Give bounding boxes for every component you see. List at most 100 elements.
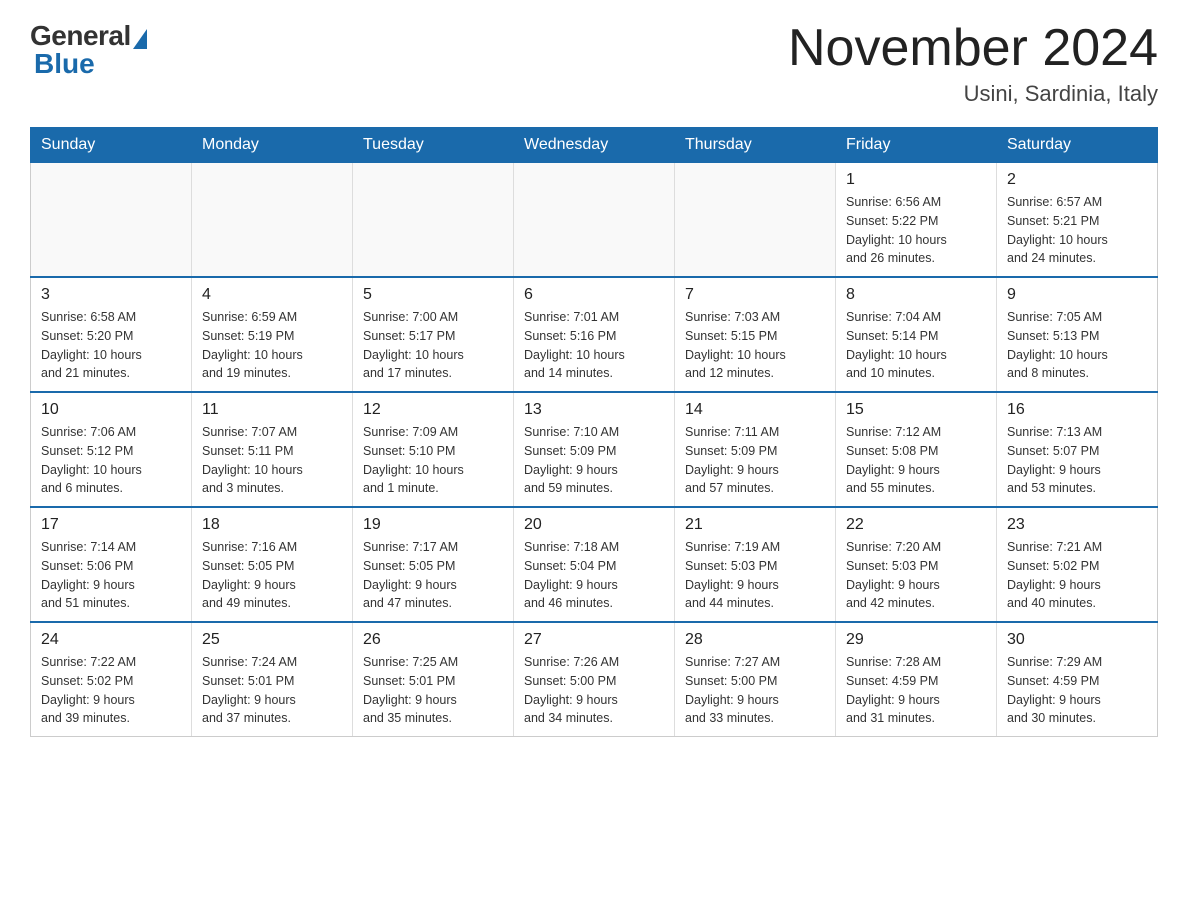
weekday-header-wednesday: Wednesday xyxy=(514,128,675,163)
weekday-header-row: SundayMondayTuesdayWednesdayThursdayFrid… xyxy=(31,128,1158,163)
day-info: Sunrise: 7:22 AMSunset: 5:02 PMDaylight:… xyxy=(41,653,181,728)
weekday-header-sunday: Sunday xyxy=(31,128,192,163)
calendar-cell: 19 Sunrise: 7:17 AMSunset: 5:05 PMDayligh… xyxy=(353,507,514,622)
calendar-cell: 24 Sunrise: 7:22 AMSunset: 5:02 PMDayligh… xyxy=(31,622,192,737)
day-number: 19 xyxy=(363,516,503,534)
calendar-cell: 18Sunrise: 7:16 AMSunset: 5:05 PMDayligh… xyxy=(192,507,353,622)
calendar-cell: 9 Sunrise: 7:05 AMSunset: 5:13 PMDaylight… xyxy=(997,277,1158,392)
day-number: 17 xyxy=(41,516,181,534)
day-info: Sunrise: 7:12 AMSunset: 5:08 PMDaylight:… xyxy=(846,423,986,498)
calendar-cell: 27Sunrise: 7:26 AMSunset: 5:00 PMDayligh… xyxy=(514,622,675,737)
calendar-subtitle: Usini, Sardinia, Italy xyxy=(788,81,1158,107)
day-number: 24 xyxy=(41,631,181,649)
day-number: 6 xyxy=(524,286,664,304)
day-info: Sunrise: 6:56 AMSunset: 5:22 PMDaylight:… xyxy=(846,193,986,268)
day-info: Sunrise: 7:19 AMSunset: 5:03 PMDaylight:… xyxy=(685,538,825,613)
day-info: Sunrise: 7:25 AMSunset: 5:01 PMDaylight:… xyxy=(363,653,503,728)
day-number: 28 xyxy=(685,631,825,649)
day-number: 9 xyxy=(1007,286,1147,304)
day-number: 16 xyxy=(1007,401,1147,419)
day-number: 27 xyxy=(524,631,664,649)
day-info: Sunrise: 7:29 AMSunset: 4:59 PMDaylight:… xyxy=(1007,653,1147,728)
calendar-cell: 7 Sunrise: 7:03 AMSunset: 5:15 PMDaylight… xyxy=(675,277,836,392)
calendar-title: November 2024 xyxy=(788,20,1158,77)
calendar-cell: 13 Sunrise: 7:10 AMSunset: 5:09 PMDayligh… xyxy=(514,392,675,507)
day-number: 12 xyxy=(363,401,503,419)
day-info: Sunrise: 6:57 AMSunset: 5:21 PMDaylight:… xyxy=(1007,193,1147,268)
week-row-4: 17 Sunrise: 7:14 AMSunset: 5:06 PMDayligh… xyxy=(31,507,1158,622)
calendar-cell: 14 Sunrise: 7:11 AMSunset: 5:09 PMDayligh… xyxy=(675,392,836,507)
day-info: Sunrise: 7:07 AMSunset: 5:11 PMDaylight:… xyxy=(202,423,342,498)
title-block: November 2024 Usini, Sardinia, Italy xyxy=(788,20,1158,107)
day-info: Sunrise: 7:17 AMSunset: 5:05 PMDaylight:… xyxy=(363,538,503,613)
week-row-2: 3Sunrise: 6:58 AMSunset: 5:20 PMDaylight… xyxy=(31,277,1158,392)
weekday-header-thursday: Thursday xyxy=(675,128,836,163)
day-info: Sunrise: 7:11 AMSunset: 5:09 PMDaylight:… xyxy=(685,423,825,498)
day-number: 29 xyxy=(846,631,986,649)
calendar-cell: 6 Sunrise: 7:01 AMSunset: 5:16 PMDaylight… xyxy=(514,277,675,392)
day-number: 20 xyxy=(524,516,664,534)
day-info: Sunrise: 7:01 AMSunset: 5:16 PMDaylight:… xyxy=(524,308,664,383)
logo-triangle-icon xyxy=(133,29,147,49)
week-row-1: 1Sunrise: 6:56 AMSunset: 5:22 PMDaylight… xyxy=(31,163,1158,278)
day-info: Sunrise: 6:59 AMSunset: 5:19 PMDaylight:… xyxy=(202,308,342,383)
calendar-cell: 17 Sunrise: 7:14 AMSunset: 5:06 PMDayligh… xyxy=(31,507,192,622)
day-info: Sunrise: 6:58 AMSunset: 5:20 PMDaylight:… xyxy=(41,308,181,383)
day-number: 8 xyxy=(846,286,986,304)
calendar-cell: 23Sunrise: 7:21 AMSunset: 5:02 PMDayligh… xyxy=(997,507,1158,622)
calendar-cell: 11 Sunrise: 7:07 AMSunset: 5:11 PMDayligh… xyxy=(192,392,353,507)
day-info: Sunrise: 7:18 AMSunset: 5:04 PMDaylight:… xyxy=(524,538,664,613)
weekday-header-saturday: Saturday xyxy=(997,128,1158,163)
weekday-header-friday: Friday xyxy=(836,128,997,163)
day-number: 2 xyxy=(1007,171,1147,189)
day-number: 4 xyxy=(202,286,342,304)
calendar-cell: 30 Sunrise: 7:29 AMSunset: 4:59 PMDayligh… xyxy=(997,622,1158,737)
day-number: 18 xyxy=(202,516,342,534)
day-number: 22 xyxy=(846,516,986,534)
calendar-cell: 25 Sunrise: 7:24 AMSunset: 5:01 PMDayligh… xyxy=(192,622,353,737)
day-info: Sunrise: 7:27 AMSunset: 5:00 PMDaylight:… xyxy=(685,653,825,728)
calendar-cell: 28 Sunrise: 7:27 AMSunset: 5:00 PMDayligh… xyxy=(675,622,836,737)
day-info: Sunrise: 7:00 AMSunset: 5:17 PMDaylight:… xyxy=(363,308,503,383)
calendar-cell: 5Sunrise: 7:00 AMSunset: 5:17 PMDaylight… xyxy=(353,277,514,392)
day-info: Sunrise: 7:03 AMSunset: 5:15 PMDaylight:… xyxy=(685,308,825,383)
day-number: 30 xyxy=(1007,631,1147,649)
calendar-cell: 12 Sunrise: 7:09 AMSunset: 5:10 PMDayligh… xyxy=(353,392,514,507)
day-info: Sunrise: 7:10 AMSunset: 5:09 PMDaylight:… xyxy=(524,423,664,498)
day-number: 11 xyxy=(202,401,342,419)
calendar-cell: 26Sunrise: 7:25 AMSunset: 5:01 PMDayligh… xyxy=(353,622,514,737)
day-info: Sunrise: 7:14 AMSunset: 5:06 PMDaylight:… xyxy=(41,538,181,613)
calendar-cell: 3Sunrise: 6:58 AMSunset: 5:20 PMDaylight… xyxy=(31,277,192,392)
calendar-cell: 29 Sunrise: 7:28 AMSunset: 4:59 PMDayligh… xyxy=(836,622,997,737)
day-number: 10 xyxy=(41,401,181,419)
calendar-cell: 16 Sunrise: 7:13 AMSunset: 5:07 PMDayligh… xyxy=(997,392,1158,507)
calendar-cell: 1Sunrise: 6:56 AMSunset: 5:22 PMDaylight… xyxy=(836,163,997,278)
calendar-table: SundayMondayTuesdayWednesdayThursdayFrid… xyxy=(30,127,1158,737)
day-info: Sunrise: 7:09 AMSunset: 5:10 PMDaylight:… xyxy=(363,423,503,498)
logo: General Blue xyxy=(30,20,147,80)
week-row-3: 10Sunrise: 7:06 AMSunset: 5:12 PMDayligh… xyxy=(31,392,1158,507)
calendar-cell xyxy=(192,163,353,278)
calendar-cell: 15 Sunrise: 7:12 AMSunset: 5:08 PMDayligh… xyxy=(836,392,997,507)
day-info: Sunrise: 7:28 AMSunset: 4:59 PMDaylight:… xyxy=(846,653,986,728)
week-row-5: 24 Sunrise: 7:22 AMSunset: 5:02 PMDayligh… xyxy=(31,622,1158,737)
calendar-cell: 2 Sunrise: 6:57 AMSunset: 5:21 PMDaylight… xyxy=(997,163,1158,278)
calendar-cell: 20 Sunrise: 7:18 AMSunset: 5:04 PMDayligh… xyxy=(514,507,675,622)
calendar-cell: 8Sunrise: 7:04 AMSunset: 5:14 PMDaylight… xyxy=(836,277,997,392)
day-number: 7 xyxy=(685,286,825,304)
day-info: Sunrise: 7:20 AMSunset: 5:03 PMDaylight:… xyxy=(846,538,986,613)
day-number: 14 xyxy=(685,401,825,419)
calendar-cell xyxy=(353,163,514,278)
calendar-cell xyxy=(31,163,192,278)
day-number: 15 xyxy=(846,401,986,419)
page-header: General Blue November 2024 Usini, Sardin… xyxy=(30,20,1158,107)
calendar-cell: 21Sunrise: 7:19 AMSunset: 5:03 PMDayligh… xyxy=(675,507,836,622)
day-number: 23 xyxy=(1007,516,1147,534)
calendar-cell xyxy=(514,163,675,278)
day-info: Sunrise: 7:24 AMSunset: 5:01 PMDaylight:… xyxy=(202,653,342,728)
day-info: Sunrise: 7:05 AMSunset: 5:13 PMDaylight:… xyxy=(1007,308,1147,383)
day-info: Sunrise: 7:13 AMSunset: 5:07 PMDaylight:… xyxy=(1007,423,1147,498)
day-number: 25 xyxy=(202,631,342,649)
day-number: 13 xyxy=(524,401,664,419)
weekday-header-monday: Monday xyxy=(192,128,353,163)
